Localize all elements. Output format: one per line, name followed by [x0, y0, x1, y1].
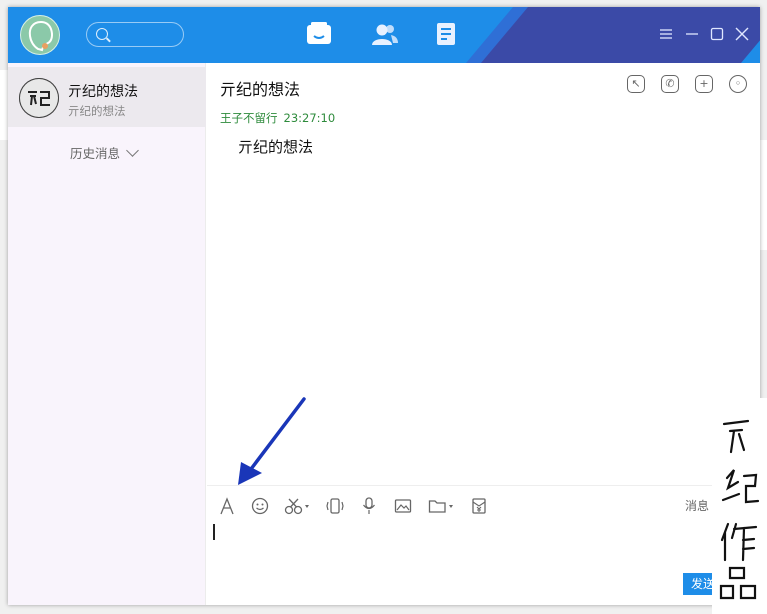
- handwritten-watermark: [712, 398, 767, 614]
- chat-window: 亓纪的想法 亓纪的想法 历史消息 亓纪的想法 ↖ ✆ + ◦ 王子不留行 23:2…: [8, 7, 760, 605]
- annotation-arrow: [238, 397, 306, 485]
- background-window-edge: [759, 140, 767, 250]
- background-window-edge: [0, 70, 8, 140]
